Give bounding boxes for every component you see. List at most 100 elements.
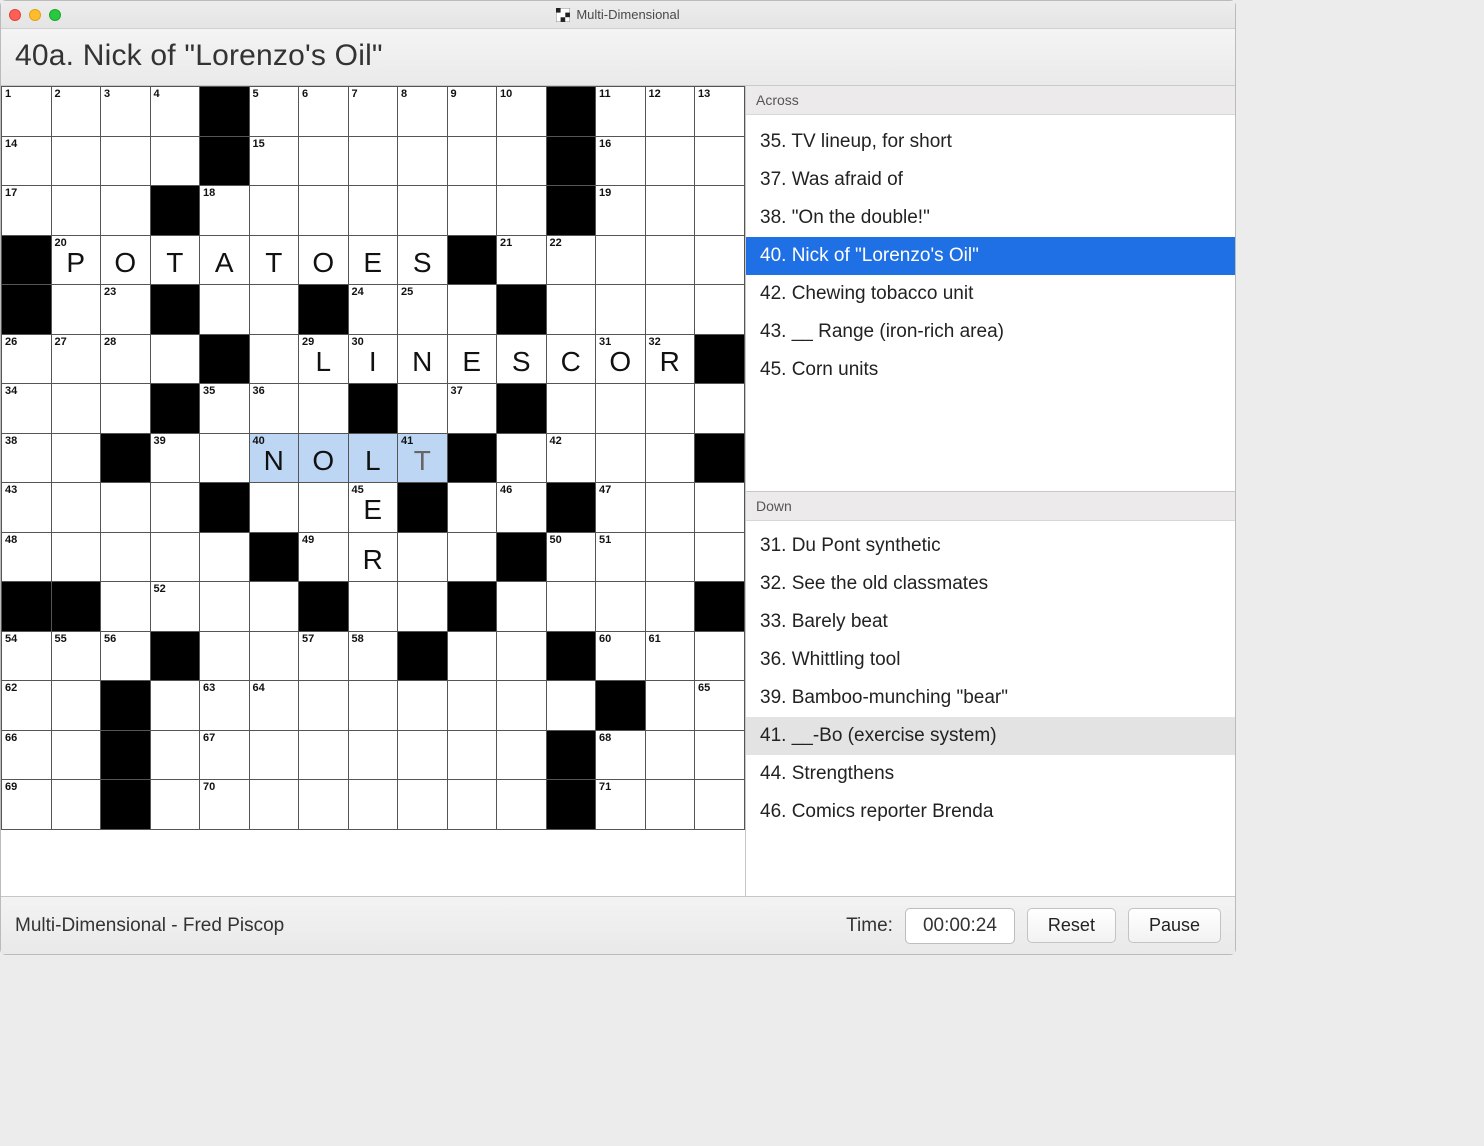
grid-cell[interactable] — [52, 384, 102, 434]
grid-cell[interactable] — [695, 632, 745, 682]
grid-cell[interactable] — [448, 780, 498, 830]
grid-cell[interactable]: 5 — [250, 87, 300, 137]
grid-cell[interactable]: 60 — [596, 632, 646, 682]
grid-cell[interactable]: A — [200, 236, 250, 286]
grid-cell[interactable] — [448, 285, 498, 335]
grid-cell[interactable] — [151, 681, 201, 731]
grid-cell[interactable] — [250, 780, 300, 830]
clue-item[interactable]: 41. __-Bo (exercise system) — [746, 717, 1235, 755]
grid-cell[interactable]: 16 — [596, 137, 646, 187]
clue-item[interactable] — [746, 389, 1235, 405]
grid-cell[interactable]: 2 — [52, 87, 102, 137]
grid-cell[interactable] — [151, 780, 201, 830]
grid-cell[interactable] — [299, 186, 349, 236]
grid-cell[interactable]: R — [349, 533, 399, 583]
grid-cell[interactable] — [646, 681, 696, 731]
grid-cell[interactable]: 63 — [200, 681, 250, 731]
grid-cell[interactable] — [547, 384, 597, 434]
grid-cell[interactable] — [646, 137, 696, 187]
close-icon[interactable] — [9, 9, 21, 21]
grid-cell[interactable] — [646, 285, 696, 335]
grid-cell[interactable] — [151, 731, 201, 781]
grid-cell[interactable]: T — [250, 236, 300, 286]
grid-cell[interactable]: 71 — [596, 780, 646, 830]
grid-cell[interactable] — [695, 780, 745, 830]
grid-cell[interactable]: 7 — [349, 87, 399, 137]
grid-cell[interactable] — [398, 681, 448, 731]
grid-cell[interactable] — [448, 681, 498, 731]
grid-cell[interactable]: 10 — [497, 87, 547, 137]
grid-cell[interactable] — [695, 285, 745, 335]
grid-cell[interactable] — [299, 137, 349, 187]
grid-cell[interactable] — [497, 731, 547, 781]
down-list[interactable]: 31. Du Pont synthetic32. See the old cla… — [746, 521, 1235, 896]
grid-cell[interactable] — [349, 780, 399, 830]
grid-cell[interactable] — [547, 582, 597, 632]
minimize-icon[interactable] — [29, 9, 41, 21]
grid-cell[interactable] — [52, 186, 102, 236]
grid-cell[interactable] — [497, 632, 547, 682]
pause-button[interactable]: Pause — [1128, 908, 1221, 943]
grid-cell[interactable]: 38 — [2, 434, 52, 484]
grid-cell[interactable] — [151, 335, 201, 385]
grid-cell[interactable] — [101, 483, 151, 533]
grid-cell[interactable] — [448, 632, 498, 682]
grid-cell[interactable] — [250, 186, 300, 236]
grid-cell[interactable] — [646, 483, 696, 533]
grid-cell[interactable]: 57 — [299, 632, 349, 682]
grid-cell[interactable]: 35 — [200, 384, 250, 434]
grid-cell[interactable] — [596, 582, 646, 632]
grid-cell[interactable]: 47 — [596, 483, 646, 533]
grid-cell[interactable] — [349, 186, 399, 236]
grid-cell[interactable]: 40N — [250, 434, 300, 484]
grid-cell[interactable]: 67 — [200, 731, 250, 781]
grid-cell[interactable]: 68 — [596, 731, 646, 781]
grid-cell[interactable]: 42 — [547, 434, 597, 484]
clue-item[interactable]: 35. TV lineup, for short — [746, 123, 1235, 161]
grid-cell[interactable]: S — [497, 335, 547, 385]
grid-cell[interactable] — [349, 681, 399, 731]
grid-cell[interactable]: T — [151, 236, 201, 286]
grid-cell[interactable] — [646, 186, 696, 236]
grid-cell[interactable]: 43 — [2, 483, 52, 533]
grid-cell[interactable] — [547, 681, 597, 731]
grid-cell[interactable] — [250, 335, 300, 385]
grid-cell[interactable] — [349, 582, 399, 632]
grid-cell[interactable]: 58 — [349, 632, 399, 682]
grid-cell[interactable] — [250, 285, 300, 335]
grid-cell[interactable]: O — [101, 236, 151, 286]
grid-cell[interactable] — [448, 731, 498, 781]
grid-cell[interactable] — [52, 681, 102, 731]
grid-cell[interactable]: 46 — [497, 483, 547, 533]
grid-cell[interactable] — [299, 384, 349, 434]
grid-cell[interactable] — [101, 582, 151, 632]
grid-cell[interactable]: E — [448, 335, 498, 385]
grid-cell[interactable] — [52, 483, 102, 533]
grid-cell[interactable]: O — [299, 434, 349, 484]
grid-cell[interactable] — [349, 731, 399, 781]
grid-cell[interactable]: 20P — [52, 236, 102, 286]
grid-cell[interactable] — [299, 681, 349, 731]
clue-item[interactable] — [746, 831, 1235, 847]
grid-cell[interactable]: 36 — [250, 384, 300, 434]
grid-cell[interactable] — [497, 582, 547, 632]
grid-cell[interactable] — [646, 434, 696, 484]
grid-cell[interactable]: 4 — [151, 87, 201, 137]
clue-item[interactable]: 40. Nick of "Lorenzo's Oil" — [746, 237, 1235, 275]
grid-cell[interactable] — [596, 285, 646, 335]
grid-cell[interactable]: 51 — [596, 533, 646, 583]
grid-cell[interactable] — [695, 137, 745, 187]
grid-cell[interactable]: 34 — [2, 384, 52, 434]
grid-cell[interactable] — [101, 533, 151, 583]
clue-item[interactable]: 31. Du Pont synthetic — [746, 527, 1235, 565]
grid-cell[interactable]: 65 — [695, 681, 745, 731]
grid-cell[interactable] — [398, 582, 448, 632]
grid-cell[interactable]: 22 — [547, 236, 597, 286]
grid-cell[interactable]: N — [398, 335, 448, 385]
grid-cell[interactable] — [250, 731, 300, 781]
grid-cell[interactable] — [200, 582, 250, 632]
grid-cell[interactable] — [398, 186, 448, 236]
grid-cell[interactable]: 14 — [2, 137, 52, 187]
grid-cell[interactable] — [398, 731, 448, 781]
zoom-icon[interactable] — [49, 9, 61, 21]
